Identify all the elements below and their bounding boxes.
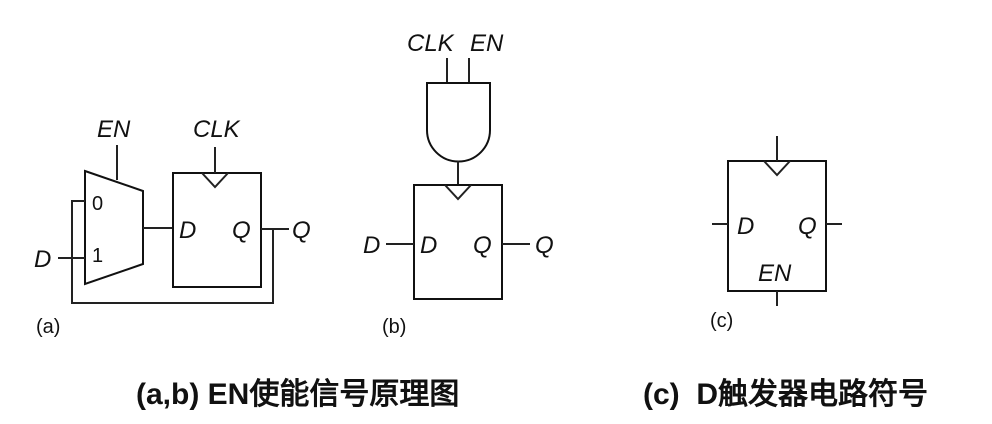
diagram-canvas: EN 0 1 D CLK D Q Q (a) CLK EN D Q D Q (b… (34, 30, 928, 411)
ff-en-label: EN (758, 260, 792, 287)
ff-q-label: Q (798, 213, 817, 240)
tag-b: (b) (382, 316, 406, 338)
diagram-b: CLK EN D Q D Q (b) (363, 30, 554, 338)
clk-label: CLK (407, 30, 455, 57)
d-input-label: D (363, 232, 380, 259)
tag-a: (a) (36, 316, 60, 338)
tag-c: (c) (710, 310, 733, 332)
caption-left: (a,b) EN使能信号原理图 (136, 378, 459, 411)
ff-d-label: D (737, 213, 754, 240)
en-label: EN (97, 116, 131, 143)
mux (84, 169, 144, 286)
q-output-label: Q (292, 217, 311, 244)
diagram-a: EN 0 1 D CLK D Q Q (a) (34, 116, 311, 338)
ff-d-label: D (179, 217, 196, 244)
q-output-label: Q (535, 232, 554, 259)
en-label: EN (470, 30, 504, 57)
caption-right: (c) D触发器电路符号 (643, 378, 928, 411)
mux-input-1-label: 1 (92, 245, 103, 267)
ff-q-label: Q (473, 232, 492, 259)
clk-label: CLK (193, 116, 241, 143)
and-gate (426, 82, 491, 163)
diagram-c: D Q EN (c) (710, 136, 842, 332)
mux-input-0-label: 0 (92, 193, 103, 215)
d-input-label: D (34, 246, 51, 273)
ff-q-label: Q (232, 217, 251, 244)
ff-d-label: D (420, 232, 437, 259)
